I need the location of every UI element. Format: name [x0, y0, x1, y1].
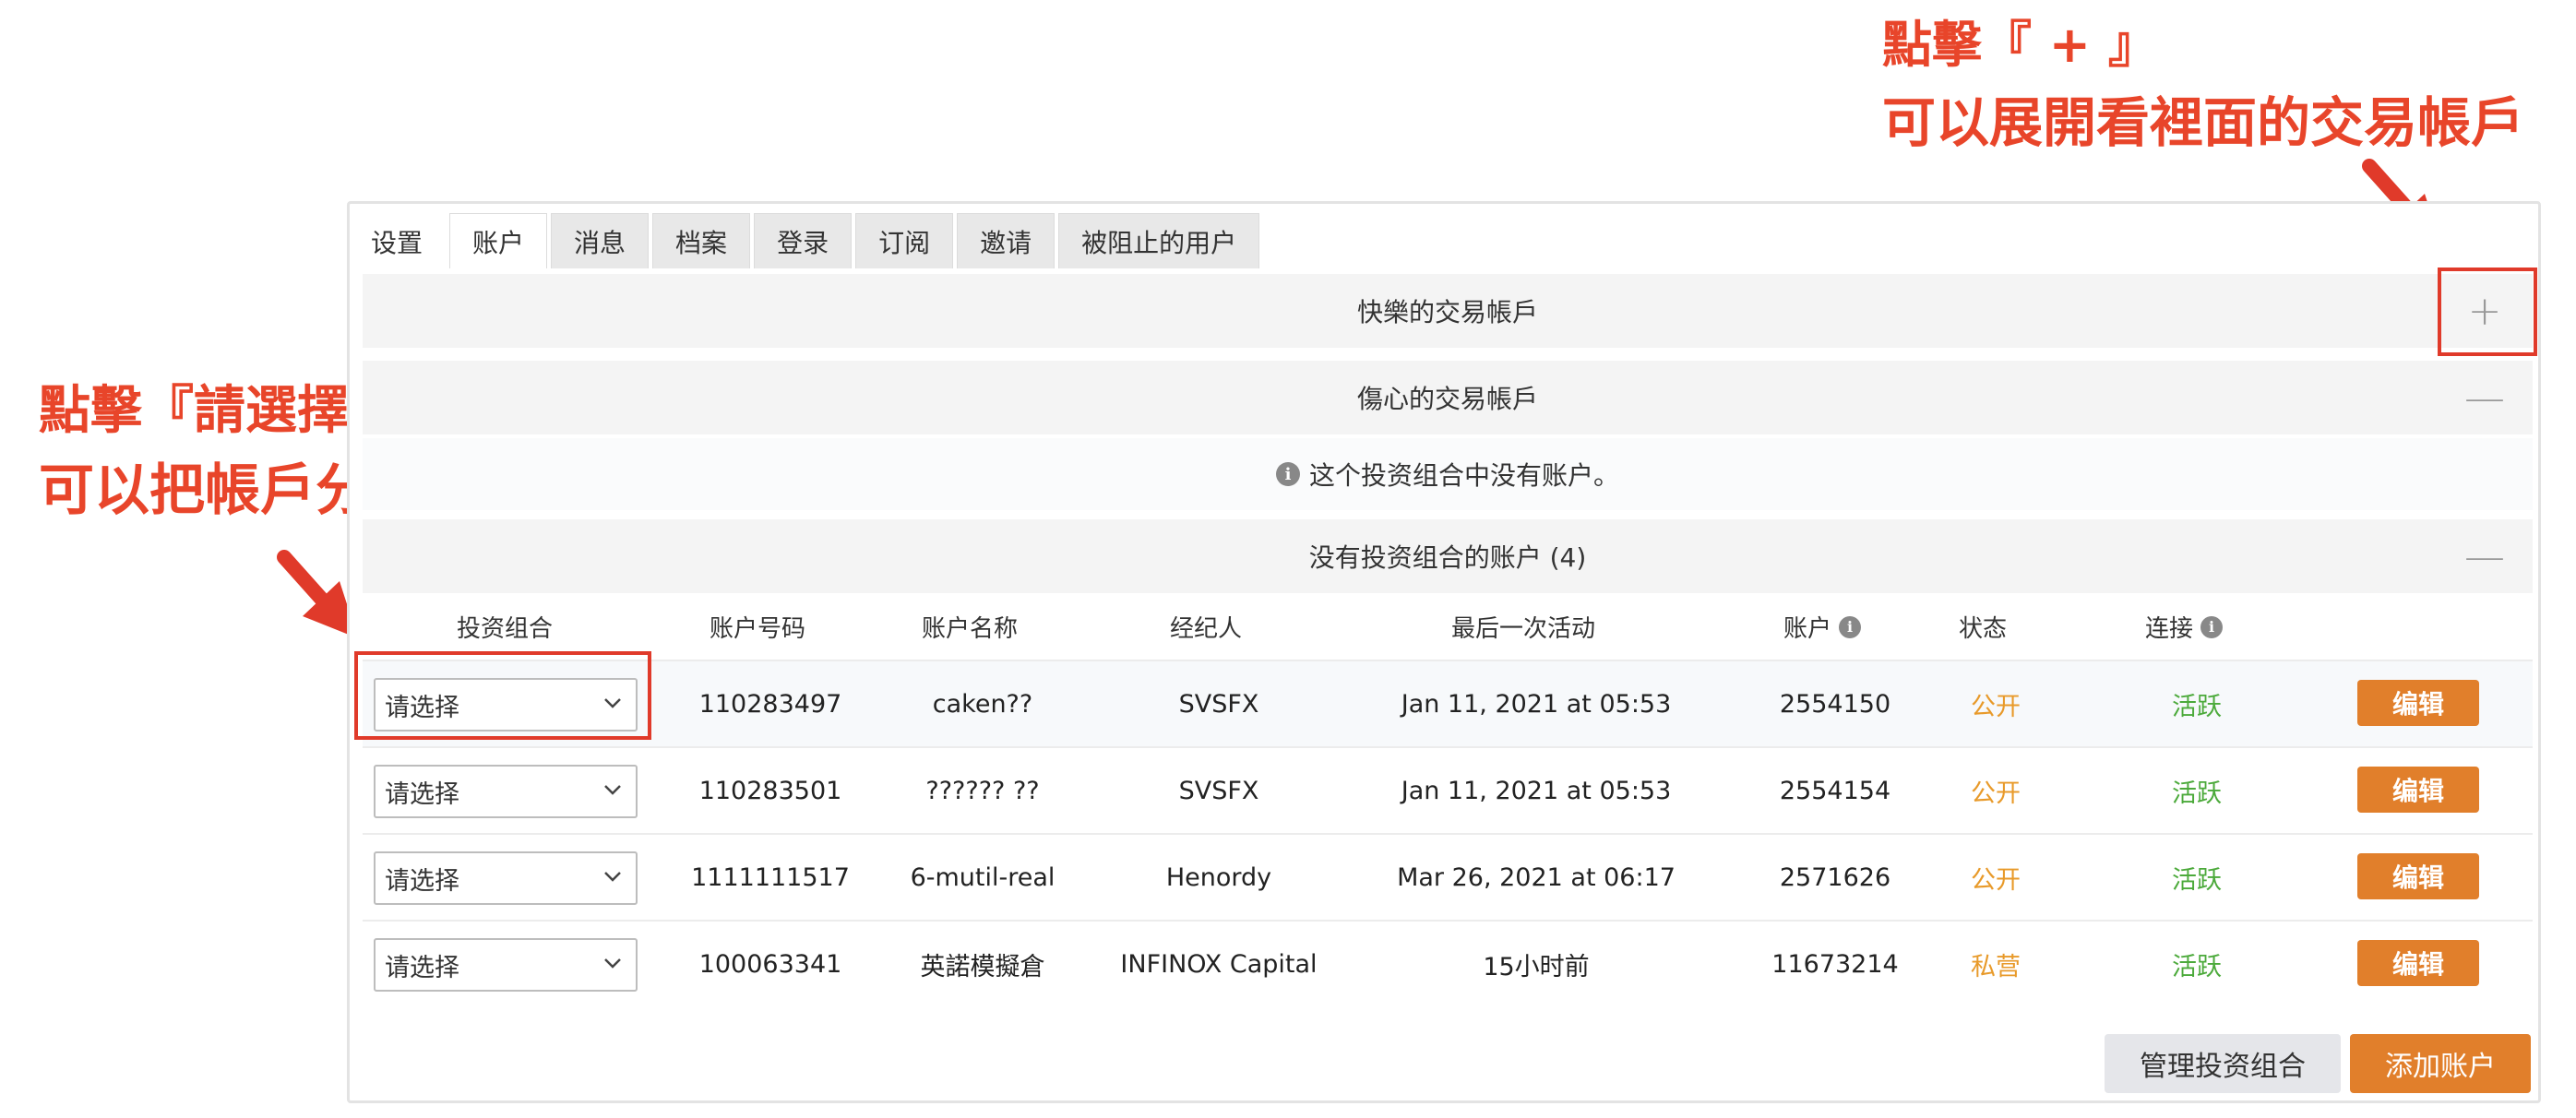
broker: SVSFX: [1178, 689, 1259, 719]
account-name: 6-mutil-real: [910, 862, 1055, 892]
account-name: 英諾模擬倉: [920, 952, 1045, 981]
edit-button[interactable]: 编辑: [2357, 767, 2479, 813]
tab-messages[interactable]: 消息: [551, 213, 650, 268]
accounts-panel: 设置 账户 消息 档案 登录 订阅 邀请 被阻止的用户 快樂的交易帳戶 + 傷心…: [347, 201, 2541, 1103]
info-icon[interactable]: i: [2200, 615, 2224, 638]
portfolio-select[interactable]: 请选择: [374, 938, 638, 992]
header-connection: 连接 i: [2145, 610, 2224, 644]
chevron-down-icon: [599, 949, 626, 977]
header-last-activity: 最后一次活动: [1450, 615, 1596, 643]
tab-profile[interactable]: 档案: [652, 213, 751, 268]
tab-subscriptions[interactable]: 订阅: [855, 213, 954, 268]
account-number: 100063341: [698, 949, 842, 979]
info-icon: i: [1275, 462, 1300, 486]
edit-button[interactable]: 编辑: [2357, 940, 2479, 986]
broker: INFINOX Capital: [1120, 949, 1318, 979]
last-activity: Jan 11, 2021 at 05:53: [1401, 689, 1672, 719]
add-account-button[interactable]: 添加账户: [2350, 1034, 2531, 1093]
highlight-select-box: [354, 651, 651, 740]
status-badge: 公开: [1971, 865, 2021, 895]
last-activity: Mar 26, 2021 at 06:17: [1397, 862, 1676, 892]
table-row: 请选择 110283497 caken?? SVSFX Jan 11, 2021…: [363, 661, 2533, 746]
account-name: ?????? ??: [925, 776, 1040, 805]
account-number: 1111111517: [691, 862, 850, 892]
account-value: 2554150: [1779, 689, 1891, 719]
portfolio-select[interactable]: 请选择: [374, 851, 638, 905]
settings-tabs: 设置 账户 消息 档案 登录 订阅 邀请 被阻止的用户: [359, 213, 1263, 270]
header-account: 账户 i: [1783, 610, 1862, 644]
last-activity: 15小时前: [1483, 952, 1590, 981]
empty-portfolio-message: i 这个投资组合中没有账户。: [363, 438, 2533, 510]
connection-status: 活跃: [2172, 865, 2222, 895]
header-account-number: 账户号码: [709, 615, 806, 643]
connection-status: 活跃: [2172, 779, 2222, 808]
connection-status: 活跃: [2172, 952, 2222, 981]
last-activity: Jan 11, 2021 at 05:53: [1401, 776, 1672, 805]
account-value: 2571626: [1779, 862, 1891, 892]
highlight-expand-box: [2438, 268, 2537, 356]
connection-status: 活跃: [2172, 692, 2222, 721]
broker: SVSFX: [1178, 776, 1259, 805]
table-row: 请选择 110283501 ?????? ?? SVSFX Jan 11, 20…: [363, 748, 2533, 833]
account-number: 110283497: [698, 689, 842, 719]
empty-portfolio-text: 这个投资组合中没有账户。: [1308, 460, 1619, 491]
manage-portfolio-button[interactable]: 管理投资组合: [2105, 1034, 2341, 1093]
tab-blocked-users[interactable]: 被阻止的用户: [1058, 213, 1260, 268]
portfolio-group-title: 快樂的交易帳戶: [1356, 297, 1538, 327]
annotation-expand-line1: 點擊『 + 』: [1882, 16, 2158, 74]
edit-button[interactable]: 编辑: [2357, 853, 2479, 899]
header-broker: 经纪人: [1169, 615, 1243, 643]
status-badge: 公开: [1971, 692, 2021, 721]
broker: Henordy: [1165, 862, 1272, 892]
header-account-name: 账户名称: [921, 615, 1019, 643]
portfolio-group-happy[interactable]: 快樂的交易帳戶 +: [363, 274, 2533, 348]
header-status: 状态: [1958, 615, 2008, 643]
edit-button[interactable]: 编辑: [2357, 680, 2479, 726]
chevron-down-icon: [599, 776, 626, 803]
portfolio-group-unassigned[interactable]: 没有投资组合的账户 (4) —: [363, 519, 2533, 593]
header-portfolio: 投资组合: [456, 615, 554, 643]
collapse-icon[interactable]: —: [2437, 361, 2533, 434]
portfolio-select[interactable]: 请选择: [374, 765, 638, 818]
info-icon[interactable]: i: [1839, 615, 1862, 638]
tab-settings[interactable]: 设置: [359, 213, 446, 268]
account-value: 11673214: [1771, 949, 1899, 979]
account-number: 110283501: [698, 776, 842, 805]
annotation-expand-line2: 可以展開看裡面的交易帳戶: [1882, 91, 2525, 154]
account-name: caken??: [932, 689, 1033, 719]
chevron-down-icon: [599, 862, 626, 890]
table-row: 请选择 1111111517 6-mutil-real Henordy Mar …: [363, 835, 2533, 920]
portfolio-group-sad[interactable]: 傷心的交易帳戶 —: [363, 361, 2533, 434]
status-badge: 私营: [1971, 952, 2021, 981]
status-badge: 公开: [1971, 779, 2021, 808]
tab-login[interactable]: 登录: [754, 213, 853, 268]
account-value: 2554154: [1779, 776, 1891, 805]
portfolio-group-title: 没有投资组合的账户 (4): [1308, 542, 1587, 573]
table-row: 请选择 100063341 英諾模擬倉 INFINOX Capital 15小时…: [363, 922, 2533, 1006]
collapse-icon[interactable]: —: [2437, 519, 2533, 593]
tab-accounts[interactable]: 账户: [449, 213, 548, 268]
portfolio-group-title: 傷心的交易帳戶: [1356, 384, 1538, 414]
tab-invitations[interactable]: 邀请: [957, 213, 1055, 268]
